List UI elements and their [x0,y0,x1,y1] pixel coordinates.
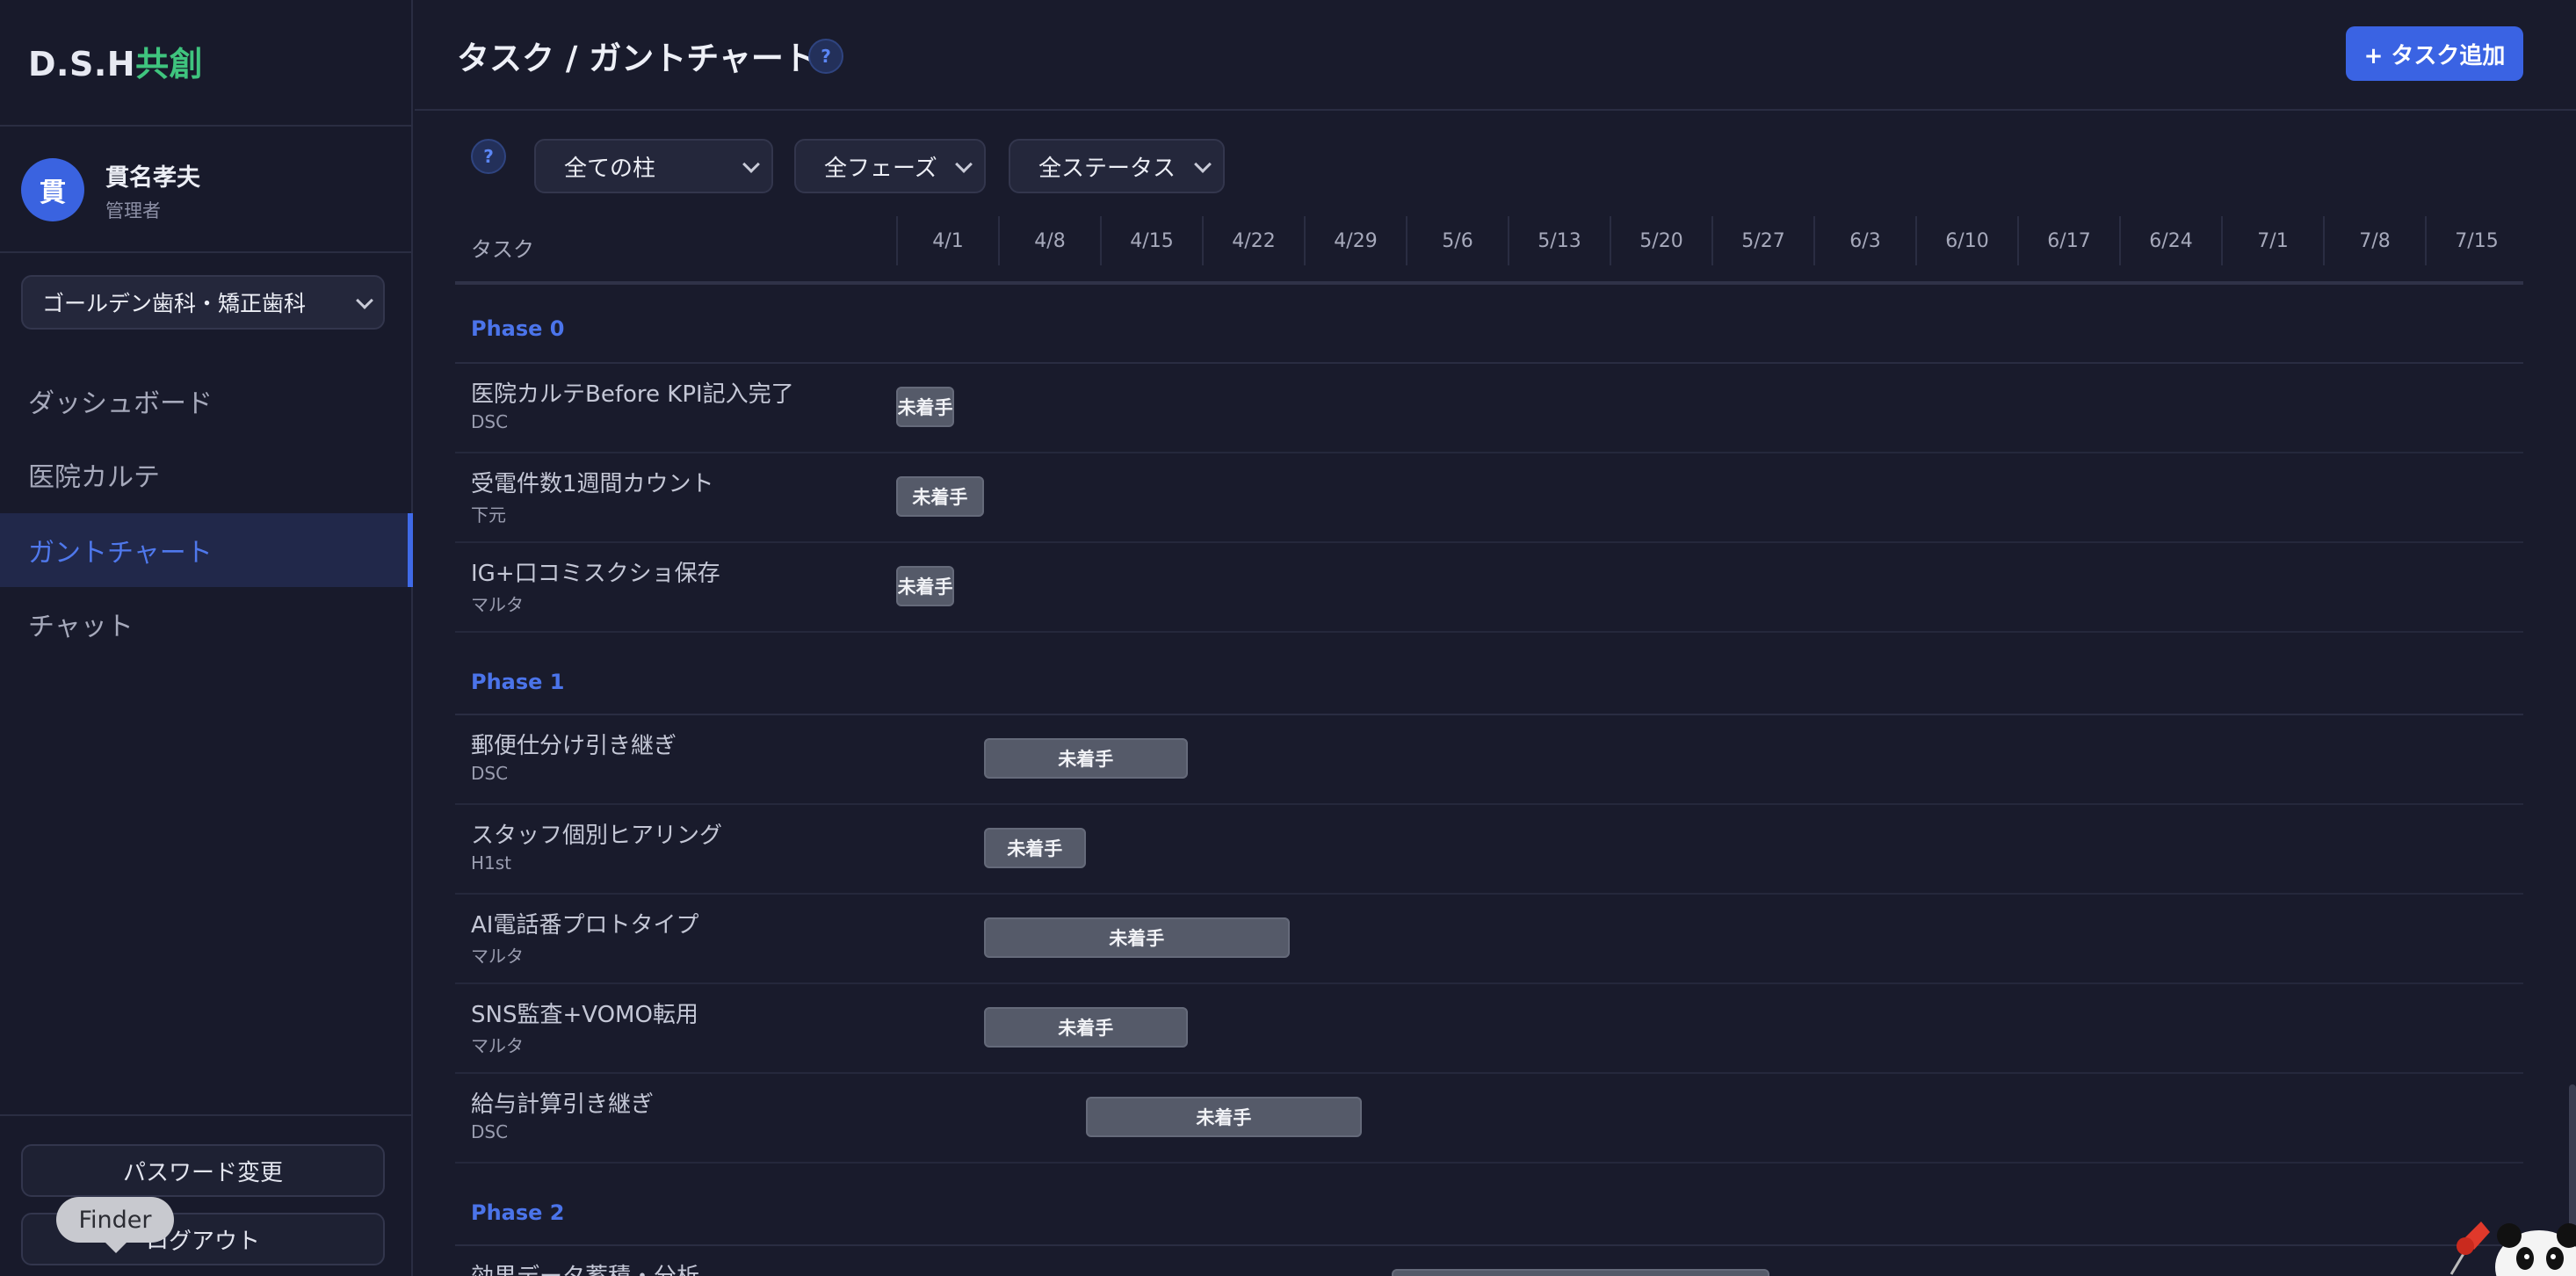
chevron-down-icon [356,292,373,309]
panda-mascot-icon [2495,1223,2576,1276]
nav-item-dashboard[interactable]: ダッシュボード [0,364,413,438]
nav-item-chat[interactable]: チャット [0,587,413,661]
task-name: 受電件数1週間カウント [471,471,714,497]
nav-item-clinic-chart[interactable]: 医院カルテ [0,438,413,511]
change-password-button[interactable]: パスワード変更 [21,1144,385,1197]
task-owner: DSC [471,411,509,432]
date-column-header: 5/6 [1406,216,1508,265]
clinic-select[interactable]: ゴールデン歯科・矯正歯科 [21,275,385,330]
date-column-header: 5/13 [1508,216,1610,265]
date-column-header: 4/22 [1202,216,1304,265]
task-row[interactable]: スタッフ個別ヒアリング H1st 未着手 [455,805,2523,895]
page-header: タスク / ガントチャート ? + タスク追加 [415,0,2576,111]
task-name: 医院カルテBefore KPI記入完了 [471,381,794,408]
date-column-header: 6/17 [2017,216,2119,265]
sidebar-divider [0,1114,413,1116]
nav-item-gantt-chart[interactable]: ガントチャート [0,513,413,587]
gantt-header: タスク 4/1 4/8 4/15 4/22 4/29 5/6 5/13 5/20 5/27 6/3… [455,216,2523,285]
add-task-button[interactable]: + タスク追加 [2346,26,2523,81]
sidebar-divider [0,251,413,253]
brand-text-accent: 共創 [135,45,204,83]
task-owner: マルタ [471,1035,524,1056]
date-column-header: 4/8 [998,216,1100,265]
sidebar-divider [0,125,413,127]
task-row[interactable]: SNS監査+VOMO転用マルタ 未着手 [455,984,2523,1074]
task-name: スタッフ個別ヒアリング [471,823,723,849]
task-name: SNS監査+VOMO転用 [471,1002,698,1028]
task-name: 効果データ蓄積・分析 [471,1258,699,1276]
task-column-header: タスク [471,237,534,262]
date-column-header: 6/3 [1813,216,1915,265]
phase-header-row: Phase 2 [455,1164,2523,1246]
task-owner: H1st [471,852,512,874]
phase-label: Phase 1 [471,670,565,694]
date-column-header: 6/24 [2119,216,2221,265]
phase-label: Phase 2 [471,1200,565,1225]
task-owner: マルタ [471,946,524,967]
task-status-bar[interactable]: 未着手 [896,387,955,427]
task-name: IG+口コミスクショ保存 [471,561,720,587]
task-status-bar[interactable]: 未着手 [983,1007,1188,1048]
task-status-bar[interactable]: 未着手 [1391,1269,1770,1276]
phase-filter-value: 全フェーズ [824,155,937,182]
chevron-down-icon [1194,156,1212,173]
task-status-bar[interactable]: 未着手 [1085,1097,1363,1137]
date-column-header: 4/1 [896,216,998,265]
task-row[interactable]: 受電件数1週間カウント下元 未着手 [455,453,2523,543]
user-role: 管理者 [105,200,161,221]
task-status-bar[interactable]: 未着手 [983,828,1086,868]
task-row[interactable]: 効果データ蓄積・分析未着手 [455,1246,2523,1276]
phase-label: Phase 0 [471,316,565,341]
phase-filter-select[interactable]: 全フェーズ [794,139,986,193]
task-row[interactable]: 給与計算引き継ぎ DSC 未着手 [455,1074,2523,1164]
task-row[interactable]: 医院カルテBefore KPI記入完了 DSC 未着手 [455,364,2523,453]
status-filter-select[interactable]: 全ステータス [1009,139,1225,193]
phase-header-row: Phase 0 [455,286,2523,364]
date-column-header: 5/20 [1610,216,1711,265]
task-name: 給与計算引き継ぎ [471,1091,655,1118]
sidebar: D.S.H共創 貫 貫名孝夫 管理者 ゴールデン歯科・矯正歯科 ダッシュボード … [0,0,413,1276]
task-row[interactable]: IG+口コミスクショ保存マルタ 未着手 [455,543,2523,633]
task-status-bar[interactable]: 未着手 [896,566,955,606]
clinic-select-value: ゴールデン歯科・矯正歯科 [42,291,307,316]
date-column-header: 7/1 [2221,216,2323,265]
task-status-bar[interactable]: 未着手 [983,738,1188,779]
phase-header-row: Phase 1 [455,633,2523,715]
task-row[interactable]: 郵便仕分け引き継ぎ DSC 未着手 [455,715,2523,805]
pillar-filter-value: 全ての柱 [564,155,656,182]
pillar-filter-select[interactable]: 全ての柱 [534,139,773,193]
task-name: 郵便仕分け引き継ぎ [471,733,677,759]
date-column-header: 7/8 [2323,216,2425,265]
page-title: タスク / ガントチャート [457,40,816,77]
task-owner: DSC [471,763,509,784]
filter-help-icon[interactable]: ? [471,139,506,174]
date-column-header: 6/10 [1915,216,2017,265]
date-column-header: 4/15 [1100,216,1202,265]
task-status-bar[interactable]: 未着手 [983,917,1290,958]
avatar: 貫 [21,158,84,221]
task-owner: マルタ [471,594,524,615]
task-owner: DSC [471,1121,509,1142]
brand-text-main: D.S.H [28,45,136,83]
task-owner: 下元 [471,504,506,526]
date-column-header: 4/29 [1304,216,1406,265]
chevron-down-icon [955,156,973,173]
app: D.S.H共創 貫 貫名孝夫 管理者 ゴールデン歯科・矯正歯科 ダッシュボード … [0,0,2576,1276]
date-column-header: 5/27 [1711,216,1813,265]
task-row[interactable]: AI電話番プロトタイプマルタ 未着手 [455,895,2523,984]
pushpin-icon [2449,1222,2490,1275]
chevron-down-icon [742,156,760,173]
date-column-header: 7/15 [2425,216,2527,265]
brand-logo[interactable]: D.S.H共創 [28,37,203,85]
finder-tooltip: Finder [56,1197,174,1253]
task-name: AI電話番プロトタイプ [471,912,699,939]
status-filter-value: 全ステータス [1038,155,1176,182]
task-status-bar[interactable]: 未着手 [896,476,984,517]
help-icon[interactable]: ? [808,39,843,74]
user-name: 貫名孝夫 [105,164,200,192]
